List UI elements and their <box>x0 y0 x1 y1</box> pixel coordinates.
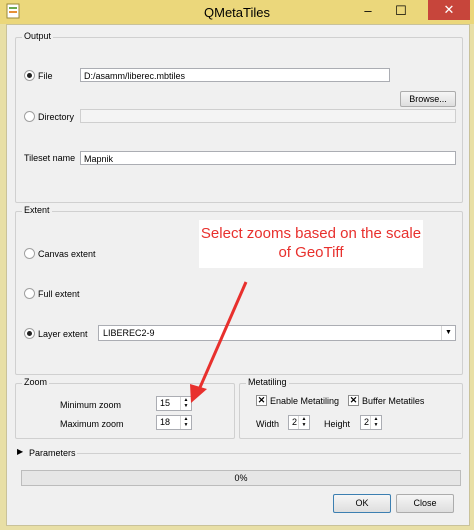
annotation-arrow-icon <box>190 281 248 403</box>
